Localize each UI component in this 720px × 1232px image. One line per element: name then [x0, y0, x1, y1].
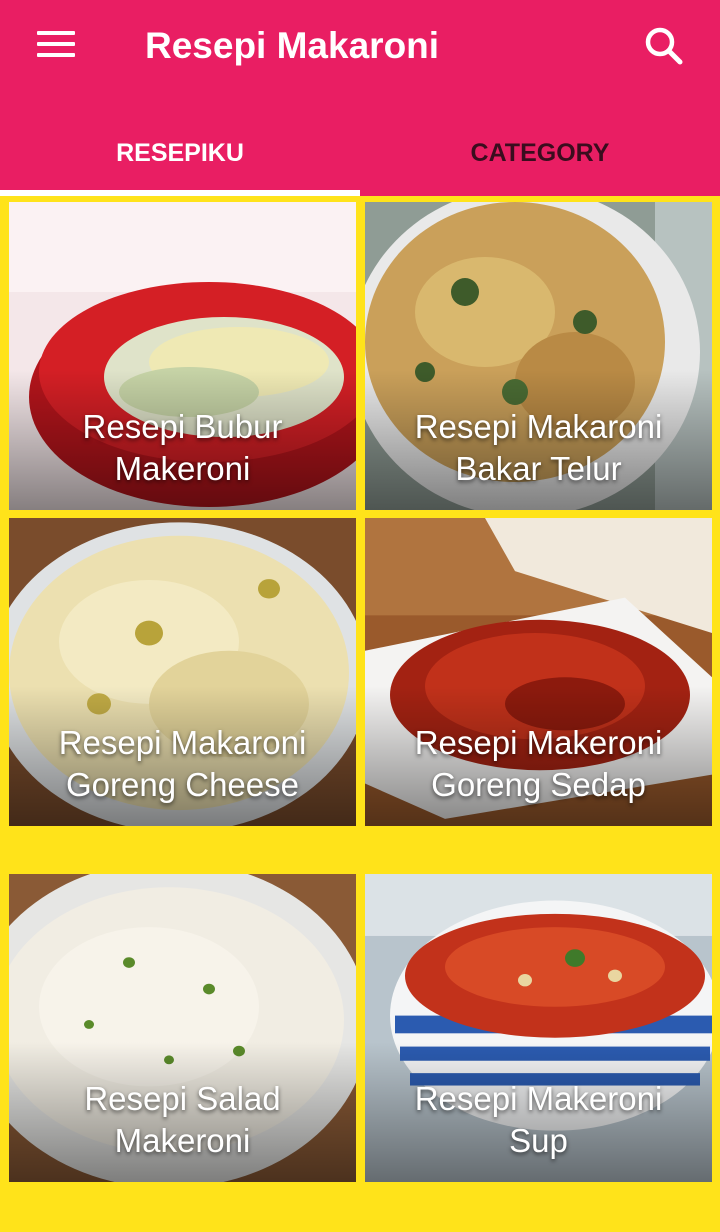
- tab-resepiku[interactable]: RESEPIKU: [0, 110, 360, 196]
- recipe-title: Resepi Salad Makeroni: [9, 1078, 356, 1162]
- recipe-title-line2: Makeroni: [114, 450, 251, 487]
- recipe-title-line1: Resepi Makaroni: [58, 724, 307, 761]
- recipe-card-makeroni-goreng-sedap[interactable]: Resepi Makeroni Goreng Sedap: [365, 518, 712, 826]
- recipe-title-line1: Resepi Makeroni: [414, 1080, 663, 1117]
- recipe-title-line2: Makeroni: [114, 1122, 251, 1159]
- tab-bar: RESEPIKU CATEGORY: [0, 110, 720, 196]
- recipe-title: Resepi Bubur Makeroni: [9, 406, 356, 490]
- search-icon: [645, 27, 683, 65]
- recipe-title-line1: Resepi Bubur: [82, 408, 283, 445]
- recipe-title-line1: Resepi Salad: [84, 1080, 281, 1117]
- recipe-card-bubur-makeroni[interactable]: Resepi Bubur Makeroni: [9, 202, 356, 510]
- recipe-card-salad-makeroni[interactable]: Resepi Salad Makeroni: [9, 874, 356, 1182]
- recipe-title: Resepi Makaroni Bakar Telur: [365, 406, 712, 490]
- recipe-title-line2: Bakar Telur: [455, 450, 622, 487]
- recipe-title: Resepi Makeroni Sup: [365, 1078, 712, 1162]
- recipe-card-makaroni-goreng-cheese[interactable]: Resepi Makaroni Goreng Cheese: [9, 518, 356, 826]
- recipe-title-line2: Goreng Sedap: [431, 766, 646, 803]
- page-title: Resepi Makaroni: [145, 25, 440, 66]
- recipe-title-line2: Goreng Cheese: [66, 766, 299, 803]
- recipe-title-line2: Sup: [509, 1122, 568, 1159]
- recipe-title-line1: Resepi Makaroni: [414, 408, 663, 445]
- recipe-grid: Resepi Bubur Makeroni Resepi Makaroni Ba…: [0, 196, 720, 1232]
- menu-icon-bar: [37, 53, 75, 57]
- tab-category[interactable]: CATEGORY: [360, 110, 720, 196]
- menu-button[interactable]: [30, 22, 82, 66]
- menu-icon: [37, 31, 75, 35]
- menu-icon-bar: [37, 42, 75, 46]
- recipe-title-line1: Resepi Makeroni: [414, 724, 663, 761]
- recipe-card-makaroni-bakar-telur[interactable]: Resepi Makaroni Bakar Telur: [365, 202, 712, 510]
- recipe-title: Resepi Makaroni Goreng Cheese: [9, 722, 356, 806]
- recipe-card-makeroni-sup[interactable]: Resepi Makeroni Sup: [365, 874, 712, 1182]
- recipe-title: Resepi Makeroni Goreng Sedap: [365, 722, 712, 806]
- search-button[interactable]: [640, 22, 688, 70]
- app-bar: Resepi Makaroni RESEPIKU CATEGORY: [0, 0, 720, 196]
